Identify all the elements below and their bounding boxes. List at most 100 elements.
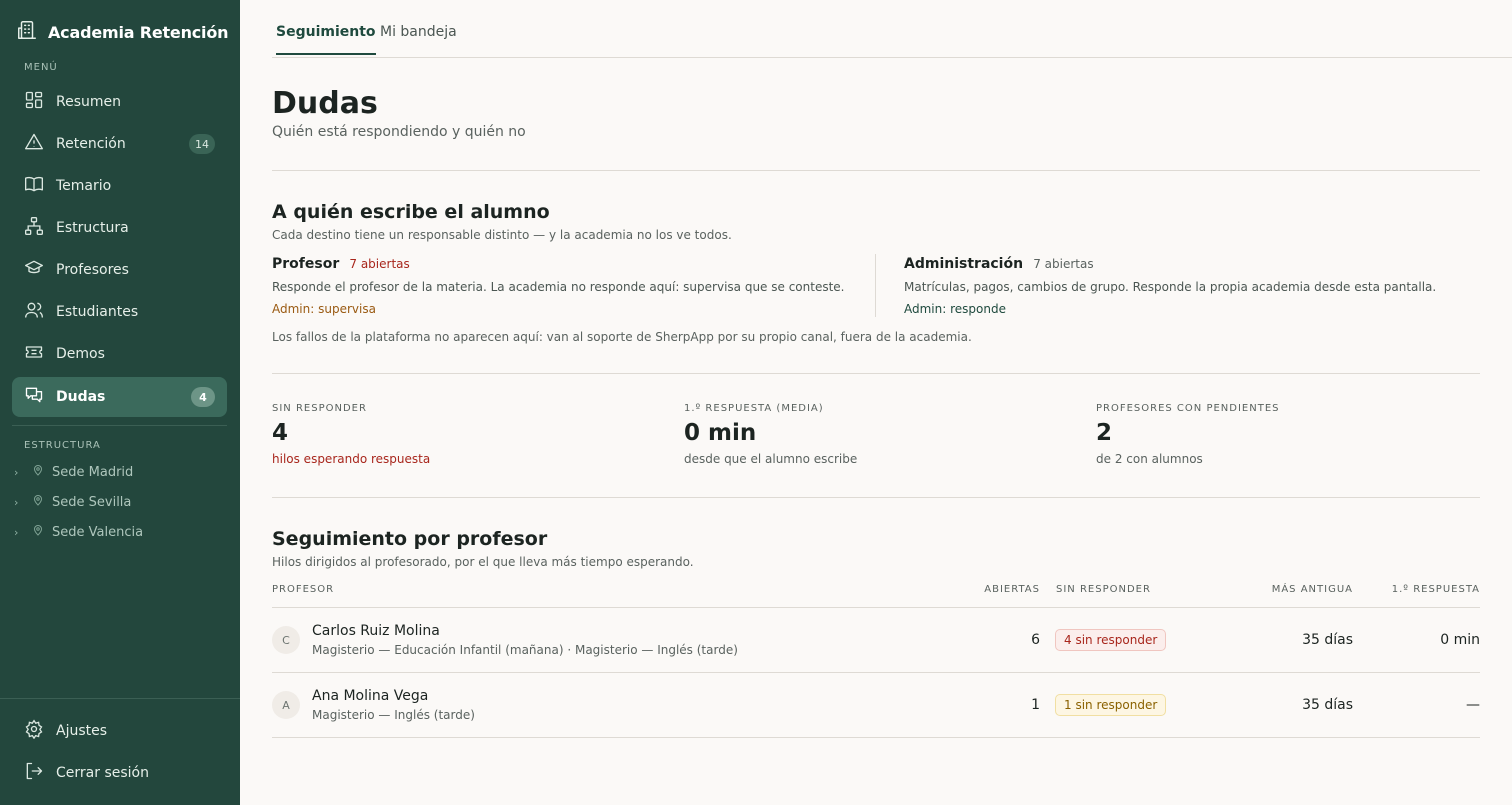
sidebar-item-retencion[interactable]: Retención 14 — [12, 124, 227, 164]
column-header-primera-respuesta[interactable]: 1.º RESPUESTA — [1370, 584, 1480, 595]
table-divider — [272, 672, 1480, 673]
sidebar-item-cerrar-sesion[interactable]: Cerrar sesión — [12, 753, 227, 793]
sidebar-item-profesores[interactable]: Profesores — [12, 250, 227, 290]
teacher-groups: Magisterio — Inglés (tarde) — [312, 708, 475, 722]
app-title: Academia Retención — [48, 22, 229, 42]
tree-item-label: Sede Valencia — [52, 524, 144, 540]
destinations-title: A quién escribe el alumno — [272, 201, 550, 223]
sidebar-item-label: Estructura — [56, 220, 129, 236]
stat-note: de 2 con alumnos — [1096, 452, 1203, 466]
sidebar-footer-divider — [0, 698, 240, 699]
teacher-groups: Magisterio — Educación Infantil (mañana)… — [312, 643, 738, 657]
sidebar-item-label: Estudiantes — [56, 304, 139, 320]
status-badge: 4 sin responder — [1055, 629, 1167, 651]
menu-section-label: MENÚ — [24, 62, 58, 73]
sidebar-item-label: Ajustes — [56, 723, 108, 739]
tab-bar: Seguimiento Mi bandeja — [272, 0, 1512, 58]
sidebar-item-dudas[interactable]: Dudas 4 — [12, 377, 227, 417]
chevron-right-icon: › — [14, 525, 19, 539]
dashboard-icon — [24, 90, 44, 114]
structure-section-label: ESTRUCTURA — [24, 440, 101, 451]
column-header-mas-antigua[interactable]: MÁS ANTIGUA — [1220, 584, 1353, 595]
sidebar: Academia Retención MENÚ Resumen Retenció… — [0, 0, 240, 805]
destination-title: Administración — [904, 256, 1024, 272]
stat-note: hilos esperando respuesta — [272, 452, 431, 466]
avatar: A — [272, 691, 300, 719]
stat-value: 2 — [1096, 420, 1113, 446]
column-header-sin-responder[interactable]: SIN RESPONDER — [1056, 584, 1151, 595]
sidebar-item-demos[interactable]: Demos — [12, 334, 227, 374]
divider — [272, 170, 1480, 171]
divider — [272, 497, 1480, 498]
stat-label: PROFESORES CON PENDIENTES — [1096, 403, 1280, 414]
teacher-name: Ana Molina Vega — [312, 688, 429, 704]
teacher-name: Carlos Ruiz Molina — [312, 623, 440, 639]
location-pin-icon — [32, 464, 44, 480]
tree-item-label: Sede Madrid — [52, 464, 134, 480]
count-badge: 14 — [189, 134, 215, 154]
sidebar-item-ajustes[interactable]: Ajustes — [12, 711, 227, 751]
table-divider — [272, 737, 1480, 738]
destination-title: Profesor — [272, 256, 340, 272]
primera-respuesta-value: — — [1466, 697, 1480, 713]
tree-item-sede-valencia[interactable]: › Sede Valencia — [14, 524, 143, 540]
mas-antigua-value: 35 días — [1302, 697, 1353, 713]
column-header-abiertas[interactable]: ABIERTAS — [940, 584, 1040, 595]
chat-icon — [24, 385, 44, 409]
tree-item-sede-madrid[interactable]: › Sede Madrid — [14, 464, 133, 480]
stat-label: 1.º RESPUESTA (MEDIA) — [684, 403, 824, 414]
tab-seguimiento[interactable]: Seguimiento — [276, 24, 376, 55]
stat-label: SIN RESPONDER — [272, 403, 367, 414]
sidebar-item-label: Dudas — [56, 389, 106, 405]
destination-profesor: Profesor 7 abiertas Responde el profesor… — [272, 256, 872, 316]
chevron-right-icon: › — [14, 495, 19, 509]
stat-value: 0 min — [684, 420, 757, 446]
tree-item-sede-sevilla[interactable]: › Sede Sevilla — [14, 494, 131, 510]
sidebar-item-label: Profesores — [56, 262, 129, 278]
abiertas-value: 6 — [1031, 632, 1040, 648]
sidebar-item-temario[interactable]: Temario — [12, 166, 227, 206]
avatar: C — [272, 626, 300, 654]
column-header-profesor[interactable]: PROFESOR — [272, 584, 334, 595]
building-icon — [16, 19, 38, 45]
sidebar-divider — [12, 425, 227, 426]
tab-mi-bandeja[interactable]: Mi bandeja — [380, 24, 457, 53]
ticket-icon — [24, 342, 44, 366]
vertical-divider — [875, 254, 876, 317]
graduation-cap-icon — [24, 258, 44, 282]
destination-description: Responde el profesor de la materia. La a… — [272, 280, 845, 294]
sidebar-item-label: Resumen — [56, 94, 122, 110]
destination-role: Admin: responde — [904, 302, 1006, 316]
destination-count: 7 abiertas — [349, 257, 410, 271]
main-content: Seguimiento Mi bandeja Dudas Quién está … — [240, 0, 1512, 805]
followup-subtitle: Hilos dirigidos al profesorado, por el q… — [272, 555, 694, 569]
hierarchy-icon — [24, 216, 44, 240]
sidebar-item-estudiantes[interactable]: Estudiantes — [12, 292, 227, 332]
primera-respuesta-value: 0 min — [1440, 632, 1480, 648]
status-badge: 1 sin responder — [1055, 694, 1167, 716]
sidebar-item-estructura[interactable]: Estructura — [12, 208, 227, 248]
destination-role: Admin: supervisa — [272, 302, 376, 316]
gear-icon — [24, 719, 44, 743]
location-pin-icon — [32, 494, 44, 510]
table-divider — [272, 607, 1480, 608]
destination-description: Matrículas, pagos, cambios de grupo. Res… — [904, 280, 1437, 294]
book-icon — [24, 174, 44, 198]
divider — [272, 373, 1480, 374]
page-title: Dudas — [272, 86, 378, 121]
sidebar-item-resumen[interactable]: Resumen — [12, 82, 227, 122]
stat-value: 4 — [272, 420, 289, 446]
brand[interactable]: Academia Retención — [16, 19, 229, 45]
stat-sin-responder: SIN RESPONDER 4 hilos esperando respuest… — [272, 403, 652, 466]
followup-title: Seguimiento por profesor — [272, 528, 548, 550]
warning-icon — [24, 132, 44, 156]
logout-icon — [24, 761, 44, 785]
abiertas-value: 1 — [1031, 697, 1040, 713]
destination-administracion: Administración 7 abiertas Matrículas, pa… — [904, 256, 1474, 316]
destination-count: 7 abiertas — [1033, 257, 1094, 271]
chevron-right-icon: › — [14, 465, 19, 479]
mas-antigua-value: 35 días — [1302, 632, 1353, 648]
users-icon — [24, 300, 44, 324]
stat-profesores-pendientes: PROFESORES CON PENDIENTES 2 de 2 con alu… — [1096, 403, 1476, 466]
sidebar-item-label: Cerrar sesión — [56, 765, 149, 781]
